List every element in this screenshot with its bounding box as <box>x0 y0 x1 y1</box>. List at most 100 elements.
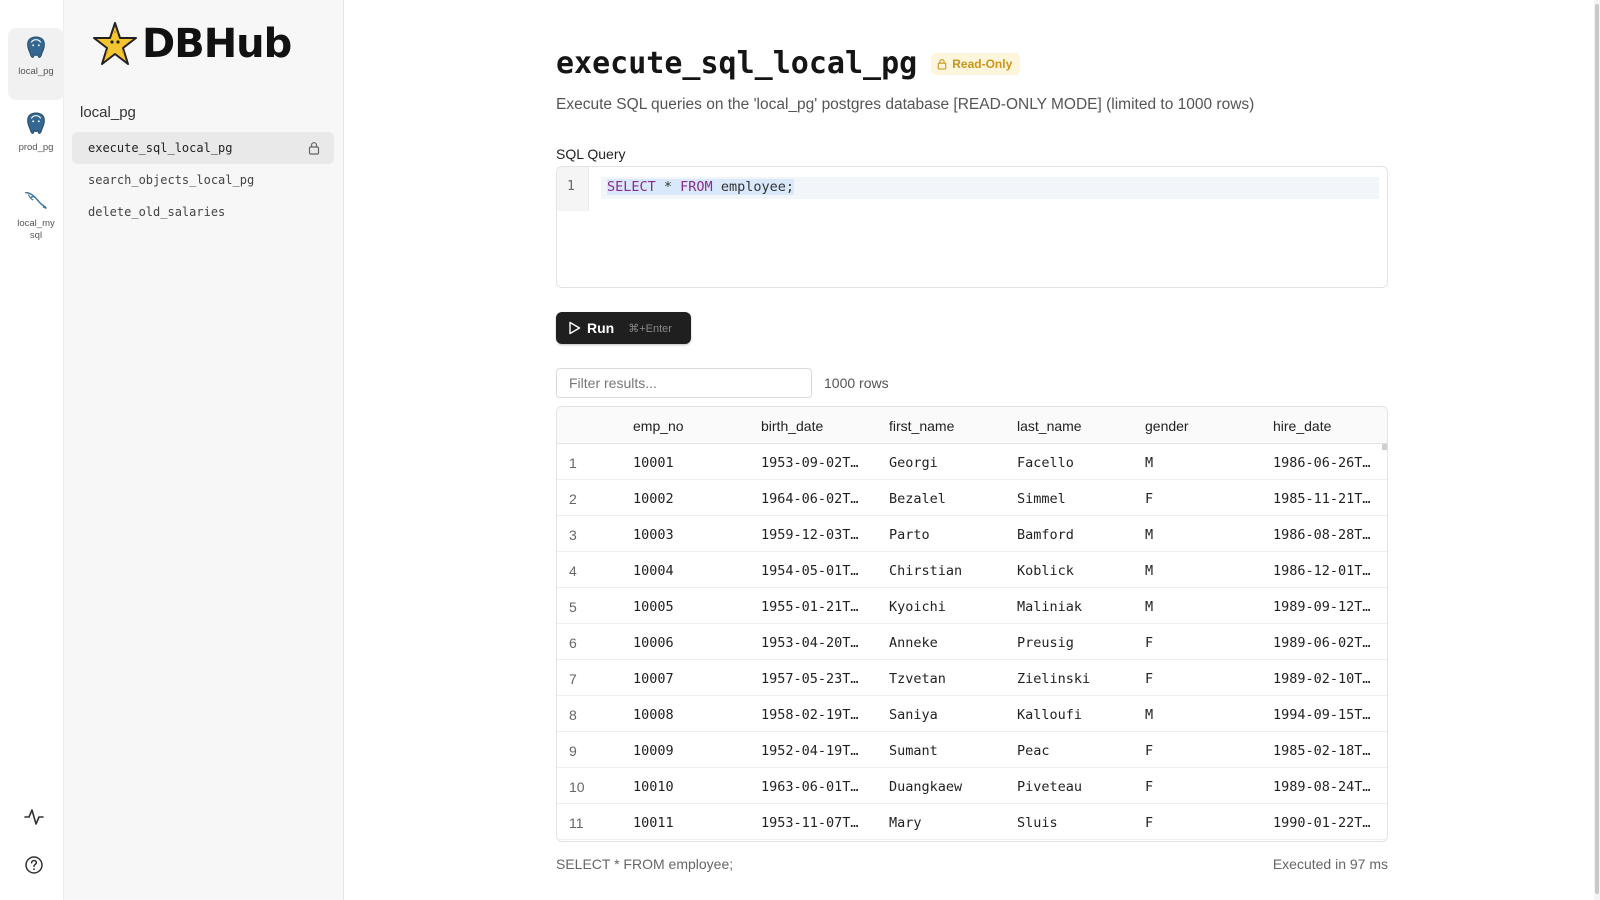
tool-item-search-objects[interactable]: search_objects_local_pg <box>72 164 334 196</box>
cell-emp-no: 10006 <box>633 635 674 651</box>
cell-last-name: Facello <box>1017 455 1074 471</box>
cell-hire-date: 1989-09-12T… <box>1273 599 1371 615</box>
cell-birth-date: 1959-12-03T… <box>761 527 859 543</box>
cell-emp-no: 10003 <box>633 527 674 543</box>
connection-local-mysql[interactable]: local_mysql <box>8 180 64 252</box>
cell-emp-no: 10007 <box>633 671 674 687</box>
table-row[interactable]: 7 10007 1957-05-23T… Tzvetan Zielinski F 1989-… <box>557 660 1387 696</box>
row-index: 8 <box>569 707 577 723</box>
table-row[interactable]: 9 10009 1952-04-19T… Sumant Peac F 1985-02-18T… <box>557 732 1387 768</box>
cell-gender: F <box>1145 671 1154 687</box>
cell-gender: M <box>1145 707 1154 723</box>
row-index: 9 <box>569 743 577 759</box>
activity-button[interactable] <box>22 805 46 829</box>
cell-birth-date: 1958-02-19T… <box>761 707 859 723</box>
table-row[interactable]: 4 10004 1954-05-01T… Chirstian Koblick M 1986-… <box>557 552 1387 588</box>
sql-token: employee; <box>712 179 794 195</box>
lock-icon <box>308 142 320 155</box>
cell-gender: M <box>1145 599 1154 615</box>
cell-last-name: Sluis <box>1017 815 1058 831</box>
activity-icon <box>24 809 44 825</box>
table-header: emp_no birth_date first_name last_name g… <box>557 407 1387 444</box>
sql-query-label: SQL Query <box>556 146 626 162</box>
cell-last-name: Bamford <box>1017 527 1074 543</box>
tool-item-execute-sql[interactable]: execute_sql_local_pg <box>72 132 334 164</box>
cell-first-name: Sumant <box>889 743 938 759</box>
run-label: Run <box>587 320 615 336</box>
run-shortcut: ⌘+Enter <box>628 322 672 335</box>
postgres-icon <box>27 36 45 58</box>
cell-birth-date: 1964-06-02T… <box>761 491 859 507</box>
table-row[interactable]: 10 10010 1963-06-01T… Duangkaew Piveteau F 198… <box>557 768 1387 804</box>
cell-emp-no: 10004 <box>633 563 674 579</box>
postgres-icon <box>27 112 45 134</box>
table-row[interactable]: 11 10011 1953-11-07T… Mary Sluis F 1990-01-22T… <box>557 804 1387 840</box>
help-button[interactable] <box>22 853 46 877</box>
section-title: local_pg <box>80 104 136 121</box>
cell-last-name: Koblick <box>1017 563 1074 579</box>
editor-gutter: 1 <box>557 167 589 211</box>
row-index: 4 <box>569 563 577 579</box>
column-header-first-name[interactable]: first_name <box>889 418 954 434</box>
cell-birth-date: 1963-06-01T… <box>761 779 859 795</box>
brand-logo: DBHub <box>90 20 292 68</box>
page-scrollbar[interactable] <box>1594 0 1600 900</box>
sql-token: * <box>655 179 681 195</box>
cell-birth-date: 1952-04-19T… <box>761 743 859 759</box>
cell-emp-no: 10010 <box>633 779 674 795</box>
cell-hire-date: 1985-02-18T… <box>1273 743 1371 759</box>
connection-local-pg[interactable]: local_pg <box>8 28 64 100</box>
cell-gender: M <box>1145 527 1154 543</box>
column-header-gender[interactable]: gender <box>1145 418 1189 434</box>
cell-first-name: Tzvetan <box>889 671 946 687</box>
sql-editor[interactable]: 1 SELECT * FROM employee; <box>556 166 1388 288</box>
tools-sidebar: DBHub local_pg execute_sql_local_pg sear… <box>64 0 344 900</box>
cell-hire-date: 1989-08-24T… <box>1273 779 1371 795</box>
cell-first-name: Bezalel <box>889 491 946 507</box>
tool-item-delete-old-salaries[interactable]: delete_old_salaries <box>72 196 334 228</box>
cell-hire-date: 1985-11-21T… <box>1273 491 1371 507</box>
row-index: 5 <box>569 599 577 615</box>
row-index: 1 <box>569 455 577 471</box>
badge-label: Read-Only <box>952 56 1013 71</box>
column-header-birth-date[interactable]: birth_date <box>761 418 823 434</box>
connection-label: local_mysql <box>17 218 55 241</box>
sql-code[interactable]: SELECT * FROM employee; <box>607 179 794 195</box>
row-index: 11 <box>569 815 584 831</box>
cell-first-name: Georgi <box>889 455 938 471</box>
app-window: local_pg prod_pg local_mysql DBHub local… <box>0 0 1600 900</box>
cell-last-name: Maliniak <box>1017 599 1083 615</box>
connection-label: local_pg <box>18 66 54 77</box>
cell-birth-date: 1953-11-07T… <box>761 815 859 831</box>
row-index: 7 <box>569 671 577 687</box>
table-row[interactable]: 2 10002 1964-06-02T… Bezalel Simmel F 1985-11-… <box>557 480 1387 516</box>
cell-emp-no: 10002 <box>633 491 674 507</box>
table-row[interactable]: 6 10006 1953-04-20T… Anneke Preusig F 1989-06-… <box>557 624 1387 660</box>
lock-icon <box>937 58 947 70</box>
row-index: 3 <box>569 527 577 543</box>
cell-emp-no: 10009 <box>633 743 674 759</box>
connection-prod-pg[interactable]: prod_pg <box>8 104 64 176</box>
cell-hire-date: 1986-12-01T… <box>1273 563 1371 579</box>
sql-keyword: FROM <box>680 179 713 195</box>
table-row[interactable]: 5 10005 1955-01-21T… Kyoichi Maliniak M 1989-0… <box>557 588 1387 624</box>
execution-time: Executed in 97 ms <box>1272 856 1388 872</box>
table-scrollbar[interactable] <box>1382 444 1387 450</box>
cell-gender: F <box>1145 743 1154 759</box>
run-button[interactable]: Run ⌘+Enter <box>556 312 691 344</box>
cell-emp-no: 10008 <box>633 707 674 723</box>
cell-birth-date: 1954-05-01T… <box>761 563 859 579</box>
table-row[interactable]: 8 10008 1958-02-19T… Saniya Kalloufi M 1994-09… <box>557 696 1387 732</box>
column-header-emp-no[interactable]: emp_no <box>633 418 684 434</box>
cell-emp-no: 10011 <box>633 815 674 831</box>
cell-hire-date: 1986-08-28T… <box>1273 527 1371 543</box>
play-icon <box>569 321 581 335</box>
table-row[interactable]: 3 10003 1959-12-03T… Parto Bamford M 1986-08-2… <box>557 516 1387 552</box>
cell-emp-no: 10001 <box>633 455 674 471</box>
table-row[interactable]: 1 10001 1953-09-02T… Georgi Facello M 1986-06-… <box>557 444 1387 480</box>
column-header-hire-date[interactable]: hire_date <box>1273 418 1331 434</box>
starfish-icon <box>93 22 137 65</box>
column-header-last-name[interactable]: last_name <box>1017 418 1082 434</box>
filter-results-input[interactable] <box>556 368 812 398</box>
page-scrollbar-thumb[interactable] <box>1595 4 1599 894</box>
